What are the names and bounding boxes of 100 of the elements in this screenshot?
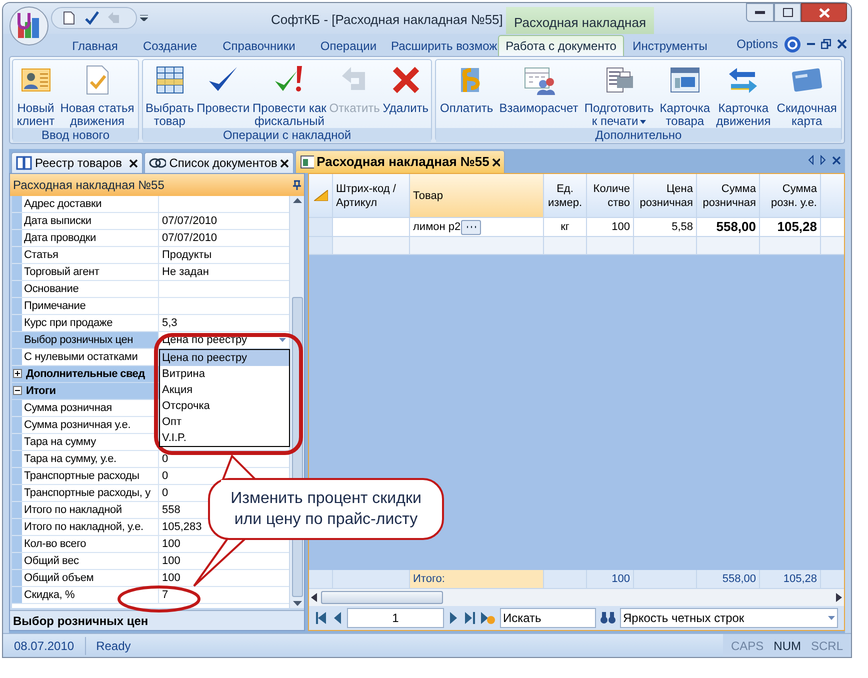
- document-tab[interactable]: Реестр товаров: [11, 152, 143, 173]
- property-value[interactable]: 07/07/2010: [162, 214, 218, 227]
- property-value[interactable]: 7: [162, 588, 168, 601]
- property-value[interactable]: 105,283: [162, 520, 202, 533]
- ribbon-button[interactable]: Новая статья движения: [60, 64, 134, 128]
- property-label: Курс при продаже: [22, 314, 159, 331]
- ribbon-button[interactable]: Взаиморасчет: [499, 64, 578, 115]
- property-value[interactable]: 0: [162, 486, 168, 499]
- dropdown-option[interactable]: Отсрочка: [160, 398, 289, 414]
- dropdown-option[interactable]: Опт: [160, 414, 289, 430]
- ribbon-button[interactable]: Карточка товара: [660, 64, 710, 128]
- column-header[interactable]: Товар: [410, 174, 544, 217]
- property-value[interactable]: 100: [162, 538, 180, 550]
- row-gutter: [12, 570, 22, 586]
- property-value[interactable]: 0: [162, 470, 168, 482]
- scroll-right-icon[interactable]: [836, 593, 842, 602]
- dropdown-arrow-icon: [279, 338, 286, 342]
- property-label: Транспортные расходы: [22, 468, 159, 484]
- scrollbar-thumb[interactable]: [321, 591, 443, 604]
- property-value[interactable]: 100: [162, 572, 180, 584]
- browse-button[interactable]: [460, 220, 481, 234]
- column-header[interactable]: Сумма розн. у.е.: [760, 174, 821, 217]
- row-gutter: [12, 536, 22, 552]
- property-value[interactable]: 07/07/2010: [162, 232, 218, 244]
- ribbon-button[interactable]: Провести: [196, 64, 250, 115]
- property-value[interactable]: 5,3: [162, 316, 178, 329]
- ribbon-tab[interactable]: Создание: [131, 35, 209, 56]
- checkmark-icon[interactable]: [85, 11, 99, 25]
- ribbon-button[interactable]: Провести как фискальный: [252, 64, 326, 128]
- maximize-button[interactable]: [774, 3, 801, 22]
- row-gutter: [12, 298, 22, 314]
- minimize-icon[interactable]: [807, 42, 815, 46]
- corner-triangle-icon[interactable]: [314, 190, 328, 201]
- dropdown-option[interactable]: Акция: [160, 382, 289, 398]
- row-gutter: [12, 468, 22, 484]
- total-cell-text: 558,00: [722, 572, 756, 587]
- close-icon[interactable]: [492, 158, 500, 166]
- dropdown-option[interactable]: Цена по реестру: [160, 350, 289, 366]
- help-icon[interactable]: [784, 36, 801, 52]
- row-gutter: [12, 332, 22, 348]
- minimize-button[interactable]: [746, 3, 774, 22]
- close-icon[interactable]: [129, 158, 138, 168]
- minimize-icon: [755, 10, 765, 14]
- scroll-left-icon[interactable]: [311, 593, 317, 602]
- ribbon-button[interactable]: Подготовить к печати: [584, 64, 654, 128]
- row-gutter: [12, 502, 22, 518]
- dropdown-option[interactable]: V.I.P.: [160, 430, 289, 446]
- dropdown-option[interactable]: Витрина: [160, 366, 289, 382]
- close-button[interactable]: [801, 3, 847, 22]
- pin-icon[interactable]: [293, 180, 301, 190]
- search-field[interactable]: Искать: [500, 608, 596, 628]
- caret-icon[interactable]: [140, 15, 148, 21]
- ribbon-tab[interactable]: Справочники: [209, 35, 309, 56]
- ribbon-tab[interactable]: Расширить возмож: [388, 35, 498, 56]
- column-header[interactable]: Ед. измер.: [544, 174, 587, 217]
- property-description: Выбор розничных цен: [10, 610, 304, 630]
- restore-icon[interactable]: [821, 39, 831, 49]
- close-icon[interactable]: [280, 158, 289, 168]
- page-number-field[interactable]: 1: [347, 608, 444, 628]
- property-value[interactable]: 558: [162, 504, 180, 516]
- column-header[interactable]: Количе ство: [587, 174, 634, 217]
- first-page-icon[interactable]: [315, 611, 327, 625]
- app-logo-icon[interactable]: [9, 6, 49, 46]
- ribbon-button[interactable]: Скидочная карта: [776, 64, 837, 128]
- callout-text: Изменить процент скидки или цену по прайс-листу: [230, 489, 422, 530]
- table-cell-text: 5,58: [672, 220, 693, 235]
- view-select[interactable]: Яркость четных строк: [620, 608, 838, 628]
- status-text: Ready: [95, 638, 132, 654]
- last-page-icon[interactable]: [464, 611, 476, 625]
- scroll-down-icon[interactable]: [292, 601, 302, 606]
- ribbon-button[interactable]: Новый клиент: [16, 64, 55, 128]
- expand-icon[interactable]: [13, 369, 22, 378]
- new-record-icon[interactable]: [480, 611, 496, 625]
- column-header[interactable]: Цена розничная: [634, 174, 697, 217]
- ribbon-tab[interactable]: Операции: [309, 35, 388, 56]
- table-cell-text: 558,00: [716, 218, 756, 236]
- options-menu[interactable]: Options: [736, 35, 778, 53]
- document-tab[interactable]: Расходная накладная №55: [295, 150, 505, 173]
- property-value[interactable]: 0: [162, 452, 168, 465]
- ribbon-button[interactable]: Карточка движения: [716, 64, 771, 128]
- ribbon-tab[interactable]: Главная: [59, 35, 131, 56]
- document-icon: [300, 155, 314, 169]
- property-value[interactable]: 100: [162, 554, 180, 567]
- ribbon-button[interactable]: Выбрать товар: [145, 64, 194, 128]
- new-document-icon[interactable]: [63, 11, 75, 25]
- property-label: Дата выписки: [22, 212, 159, 229]
- ribbon-button[interactable]: Оплатить: [440, 64, 494, 115]
- property-label: Статья: [22, 246, 159, 263]
- property-label: Адрес доставки: [22, 196, 159, 212]
- table-cell-text: 105,28: [777, 218, 817, 236]
- document-tab[interactable]: Список документов: [144, 152, 294, 173]
- binoculars-icon[interactable]: [600, 611, 616, 625]
- property-value[interactable]: Не задан: [162, 266, 209, 278]
- close-icon[interactable]: [837, 39, 847, 49]
- ribbon-tab[interactable]: Инструменты: [624, 35, 716, 56]
- ribbon-button[interactable]: Удалить: [382, 64, 429, 115]
- collapse-icon[interactable]: [13, 386, 22, 396]
- property-value[interactable]: Продукты: [162, 248, 212, 261]
- column-header[interactable]: Сумма розничная: [697, 174, 760, 217]
- ribbon-tab[interactable]: Работа с документо: [498, 35, 624, 56]
